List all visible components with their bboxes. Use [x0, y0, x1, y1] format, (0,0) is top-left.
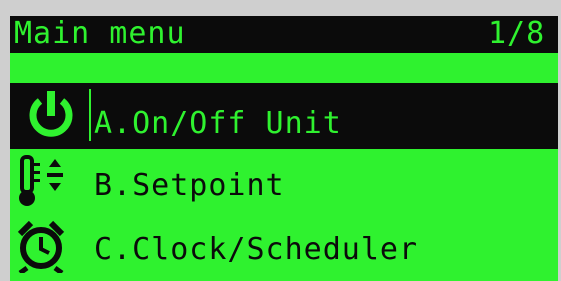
title-bar: Main menu 1/8: [10, 16, 558, 53]
thermometer-setpoint-icon: [19, 155, 63, 206]
alarm-clock-icon: [17, 220, 65, 273]
menu-item-setpoint[interactable]: B.Setpoint: [10, 149, 558, 213]
menu-title: Main menu: [14, 16, 186, 51]
power-icon: [29, 91, 73, 137]
lcd-screen: Main menu 1/8 A.On/Off Unit B.Setpoint C…: [10, 16, 558, 281]
display-bezel: Main menu 1/8 A.On/Off Unit B.Setpoint C…: [0, 0, 561, 281]
menu-item-clock-scheduler[interactable]: C.Clock/Scheduler: [10, 213, 558, 281]
menu-item-label: A.On/Off Unit: [94, 106, 342, 141]
menu-item-on-off-unit[interactable]: A.On/Off Unit: [10, 83, 558, 149]
item-divider: [89, 89, 91, 141]
menu-item-label: B.Setpoint: [94, 168, 285, 203]
page-indicator: 1/8: [488, 16, 546, 51]
spacer-row: [10, 53, 558, 83]
menu-item-label: C.Clock/Scheduler: [94, 232, 419, 267]
